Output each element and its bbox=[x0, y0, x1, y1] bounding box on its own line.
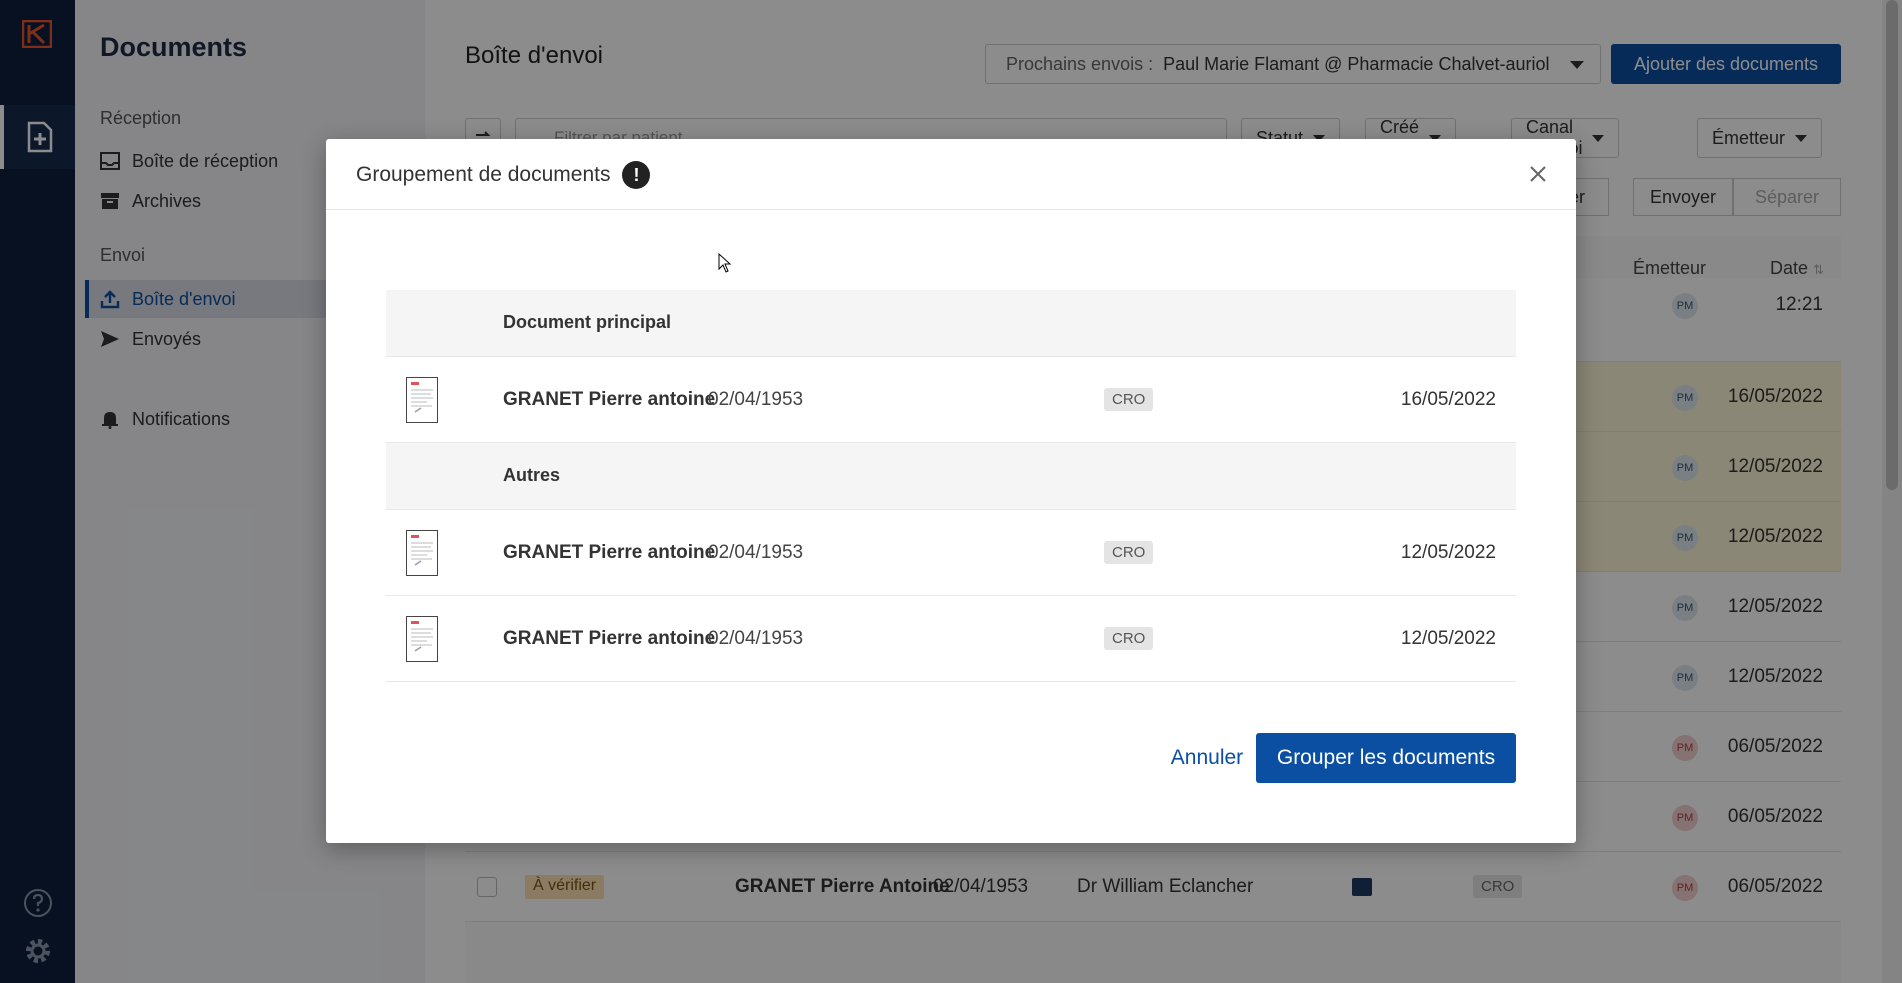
dialog-header: Groupement de documents ! bbox=[326, 139, 1576, 210]
document-thumbnail-icon bbox=[406, 616, 438, 662]
document-date: 16/05/2022 bbox=[1400, 389, 1496, 410]
document-type-tag: CRO bbox=[1104, 541, 1154, 564]
document-type-tag: CRO bbox=[1104, 388, 1154, 411]
mouse-cursor-icon bbox=[718, 253, 732, 273]
cancel-button[interactable]: Annuler bbox=[1142, 733, 1272, 783]
document-thumbnail-icon bbox=[406, 530, 438, 576]
group-label: Autres bbox=[503, 465, 561, 485]
document-date: 12/05/2022 bbox=[1400, 542, 1496, 563]
patient-dob: 02/04/1953 bbox=[708, 389, 804, 410]
close-icon[interactable] bbox=[1526, 162, 1550, 186]
document-thumbnail-icon bbox=[406, 377, 438, 423]
patient-name: GRANET Pierre antoine bbox=[503, 628, 716, 649]
group-documents-dialog: Groupement de documents ! Document princ… bbox=[326, 139, 1576, 843]
document-type-tag: CRO bbox=[1104, 627, 1154, 650]
dialog-title-text: Groupement de documents bbox=[356, 163, 611, 186]
group-documents-button[interactable]: Grouper les documents bbox=[1256, 733, 1516, 783]
patient-name: GRANET Pierre antoine bbox=[503, 389, 716, 410]
dialog-title: Groupement de documents ! bbox=[356, 161, 651, 189]
others-header: Autres bbox=[386, 443, 1516, 510]
documents-group-list: Document principal GRANET Pierre antoine… bbox=[386, 290, 1516, 682]
other-document-row[interactable]: GRANET Pierre antoine 02/04/1953 CRO 12/… bbox=[386, 596, 1516, 682]
patient-dob: 02/04/1953 bbox=[708, 542, 804, 563]
warning-icon: ! bbox=[622, 161, 651, 189]
main-document-row[interactable]: GRANET Pierre antoine 02/04/1953 CRO 16/… bbox=[386, 357, 1516, 443]
group-label: Document principal bbox=[503, 312, 672, 332]
main-document-header: Document principal bbox=[386, 290, 1516, 357]
patient-name: GRANET Pierre antoine bbox=[503, 542, 716, 563]
patient-dob: 02/04/1953 bbox=[708, 628, 804, 649]
other-document-row[interactable]: GRANET Pierre antoine 02/04/1953 CRO 12/… bbox=[386, 510, 1516, 596]
document-date: 12/05/2022 bbox=[1400, 628, 1496, 649]
